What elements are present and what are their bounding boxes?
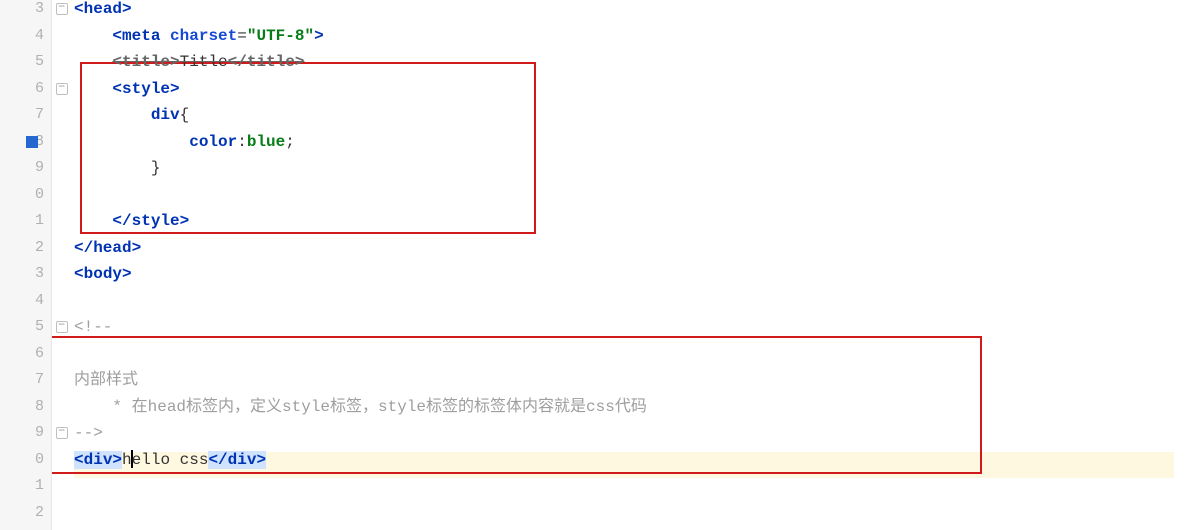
line-number: 5: [0, 314, 44, 340]
line-number: 9: [0, 155, 44, 181]
line-number: 9: [0, 420, 44, 446]
line-number: 7: [0, 367, 44, 393]
line-number: 5: [0, 49, 44, 75]
breakpoint-icon[interactable]: [26, 136, 38, 148]
line-number: 0: [0, 182, 44, 208]
code-line[interactable]: <title>Title</title>: [74, 49, 304, 75]
line-number: 6: [0, 76, 44, 102]
line-number: 3: [0, 0, 44, 22]
code-line[interactable]: </style>: [74, 208, 189, 234]
code-line[interactable]: }: [74, 155, 160, 181]
code-line[interactable]: <div>hello css</div>: [74, 447, 266, 473]
line-number: 1: [0, 208, 44, 234]
code-line[interactable]: <style>: [74, 76, 180, 102]
code-line[interactable]: color:blue;: [74, 129, 295, 155]
code-line[interactable]: div{: [74, 102, 189, 128]
fold-toggle-icon[interactable]: [56, 321, 68, 333]
line-number: 0: [0, 447, 44, 473]
line-number: 1: [0, 473, 44, 499]
gutter: 34567890123456789012: [0, 0, 52, 530]
line-number: 2: [0, 235, 44, 261]
fold-toggle-icon[interactable]: [56, 83, 68, 95]
fold-toggle-icon[interactable]: [56, 427, 68, 439]
line-number: 7: [0, 102, 44, 128]
line-number: 8: [0, 394, 44, 420]
line-number: 4: [0, 23, 44, 49]
fold-column: [52, 0, 74, 530]
code-line[interactable]: </head>: [74, 235, 141, 261]
code-line[interactable]: <meta charset="UTF-8">: [74, 23, 324, 49]
code-line[interactable]: <head>: [74, 0, 132, 22]
line-number: 2: [0, 500, 44, 526]
line-number: 6: [0, 341, 44, 367]
line-number: 3: [0, 261, 44, 287]
line-number: 4: [0, 288, 44, 314]
code-line[interactable]: 内部样式: [74, 367, 138, 393]
fold-toggle-icon[interactable]: [56, 3, 68, 15]
code-line[interactable]: <!--: [74, 314, 112, 340]
code-line[interactable]: -->: [74, 420, 103, 446]
code-line[interactable]: <body>: [74, 261, 132, 287]
code-line[interactable]: * 在head标签内，定义style标签，style标签的标签体内容就是css代…: [74, 394, 647, 420]
